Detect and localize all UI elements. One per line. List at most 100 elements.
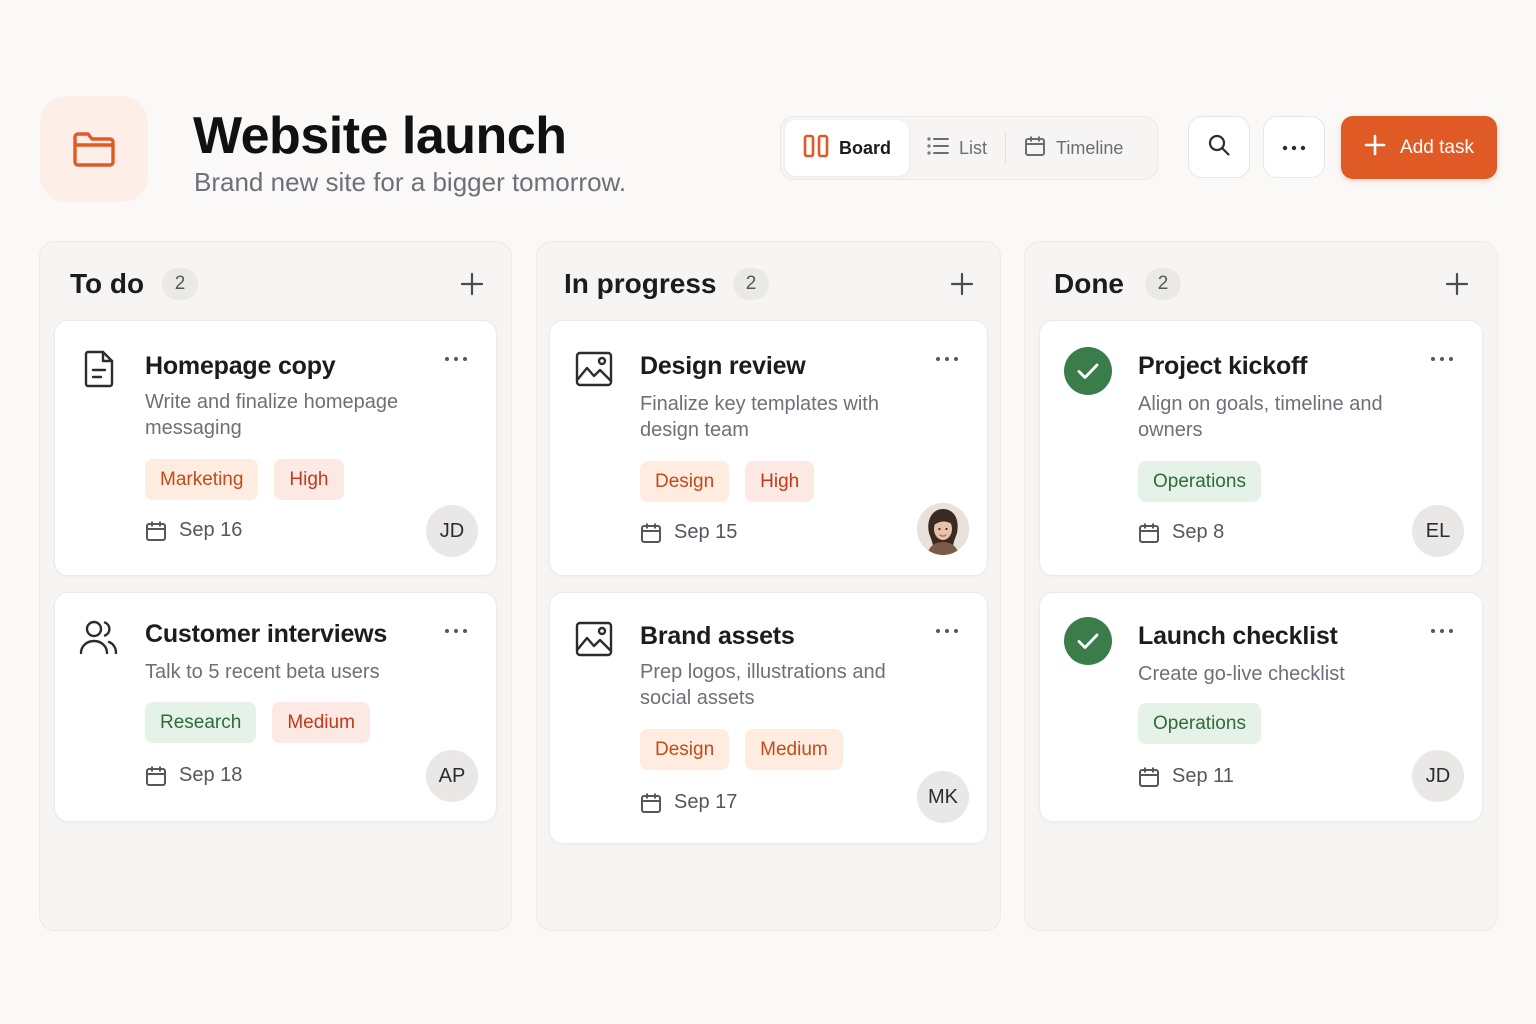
view-tab-list[interactable]: List [909, 120, 1005, 176]
view-tab-label: Board [839, 137, 892, 158]
tag-list: Research Medium [145, 702, 370, 743]
search-icon [1207, 133, 1231, 162]
due-date: Sep 8 [1138, 521, 1224, 544]
tag[interactable]: Operations [1138, 461, 1261, 502]
assignee-avatar[interactable]: AP [426, 750, 478, 802]
column-add-button[interactable] [458, 270, 486, 298]
tag[interactable]: Marketing [145, 459, 259, 500]
assignee-avatar[interactable]: JD [426, 505, 478, 557]
due-date: Sep 15 [640, 521, 737, 544]
column-count-badge: 2 [162, 268, 198, 300]
due-date-text: Sep 16 [179, 519, 243, 541]
add-task-button[interactable]: Add task [1341, 116, 1497, 179]
page-title: Website launch [193, 107, 567, 165]
view-tab-board[interactable]: Board [785, 120, 910, 176]
tag[interactable]: Design [640, 461, 730, 502]
more-horizontal-icon [445, 629, 467, 633]
due-date-text: Sep 8 [1172, 521, 1225, 543]
calendar-icon [1139, 523, 1159, 543]
image-icon [574, 619, 614, 659]
task-card-brand-assets[interactable]: Brand assets Prep logos, illustrations a… [549, 592, 988, 844]
card-title: Customer interviews [145, 620, 388, 648]
card-title: Brand assets [640, 622, 795, 650]
plus-icon [1445, 272, 1469, 296]
more-horizontal-icon [445, 357, 467, 361]
priority-tag[interactable]: Medium [272, 702, 370, 743]
assignee-avatar[interactable]: JD [1412, 750, 1464, 802]
board-icon [803, 134, 829, 163]
card-menu-button[interactable] [935, 621, 963, 641]
column-add-button[interactable] [948, 270, 976, 298]
assignee-avatar[interactable]: EL [1412, 505, 1464, 557]
tag-list: Design Medium [640, 729, 843, 770]
plus-icon [460, 272, 484, 296]
more-options-button[interactable] [1263, 116, 1325, 178]
check-circle-icon[interactable] [1064, 347, 1112, 395]
priority-tag[interactable]: Medium [745, 729, 843, 770]
task-card-customer-interviews[interactable]: Customer interviews Talk to 5 recent bet… [54, 592, 497, 822]
column-in-progress: In progress 2 Design review Finalize key… [536, 241, 1001, 931]
task-card-design-review[interactable]: Design review Finalize key templates wit… [549, 320, 988, 576]
add-task-label: Add task [1400, 136, 1474, 158]
tag[interactable]: Design [640, 729, 730, 770]
column-count-badge: 2 [733, 268, 769, 300]
column-todo: To do 2 Homepage copy Write and finalize… [39, 241, 512, 931]
list-icon [927, 136, 950, 160]
plus-icon [1364, 134, 1386, 162]
assignee-avatar-photo[interactable] [917, 503, 969, 555]
card-description: Talk to 5 recent beta users [145, 661, 380, 683]
column-title: Done [1054, 268, 1124, 299]
app-root: Website launch Brand new site for a bigg… [0, 0, 1536, 1024]
more-horizontal-icon [936, 629, 958, 633]
due-date-text: Sep 11 [1172, 765, 1234, 787]
card-menu-button[interactable] [444, 621, 472, 641]
document-icon [79, 349, 119, 389]
column-add-button[interactable] [1443, 270, 1471, 298]
more-horizontal-icon [936, 357, 958, 361]
column-count-badge: 2 [1145, 268, 1181, 300]
card-title: Project kickoff [1138, 352, 1308, 380]
card-menu-button[interactable] [444, 349, 472, 369]
card-description: Finalize key templates with design team [640, 393, 879, 441]
card-menu-button[interactable] [1430, 621, 1458, 641]
users-icon [79, 617, 119, 657]
column-header: To do 2 [40, 262, 511, 306]
view-switcher: Board List Timeline [780, 116, 1158, 180]
column-done: Done 2 Project kickoff Align on goals, t… [1024, 241, 1498, 931]
card-menu-button[interactable] [1430, 349, 1458, 369]
tag-list: Design High [640, 461, 815, 502]
priority-tag[interactable]: High [745, 461, 815, 502]
card-description: Create go-live checklist [1138, 663, 1345, 685]
calendar-icon [641, 523, 661, 543]
view-tab-label: Timeline [1056, 137, 1124, 158]
search-button[interactable] [1188, 116, 1250, 178]
due-date: Sep 16 [145, 519, 242, 542]
priority-tag[interactable]: High [274, 459, 344, 500]
page-subtitle: Brand new site for a bigger tomorrow. [194, 167, 627, 197]
column-title: In progress [564, 268, 717, 299]
due-date: Sep 18 [145, 764, 242, 787]
user-photo-icon [917, 503, 969, 555]
task-card-homepage-copy[interactable]: Homepage copy Write and finalize homepag… [54, 320, 497, 576]
tag[interactable]: Research [145, 702, 257, 743]
column-title: To do [70, 268, 145, 299]
tag[interactable]: Operations [1138, 703, 1261, 744]
view-tab-timeline[interactable]: Timeline [1006, 120, 1141, 176]
calendar-icon [641, 793, 661, 813]
task-card-launch-checklist[interactable]: Launch checklist Create go-live checklis… [1039, 592, 1483, 822]
task-card-project-kickoff[interactable]: Project kickoff Align on goals, timeline… [1039, 320, 1483, 576]
assignee-avatar[interactable]: MK [917, 771, 969, 823]
check-circle-icon[interactable] [1064, 617, 1112, 665]
plus-icon [950, 272, 974, 296]
due-date-text: Sep 18 [179, 764, 243, 786]
card-description: Write and finalize homepage messaging [145, 391, 399, 439]
card-menu-button[interactable] [935, 349, 963, 369]
more-horizontal-icon [1431, 357, 1453, 361]
card-title: Design review [640, 352, 806, 380]
card-description: Prep logos, illustrations and social ass… [640, 661, 886, 709]
column-header: In progress 2 [537, 262, 1000, 306]
calendar-icon [146, 766, 166, 786]
page-header: Website launch Brand new site for a bigg… [40, 96, 1498, 202]
tag-list: Marketing High [145, 459, 344, 500]
view-tab-label: List [959, 137, 988, 158]
